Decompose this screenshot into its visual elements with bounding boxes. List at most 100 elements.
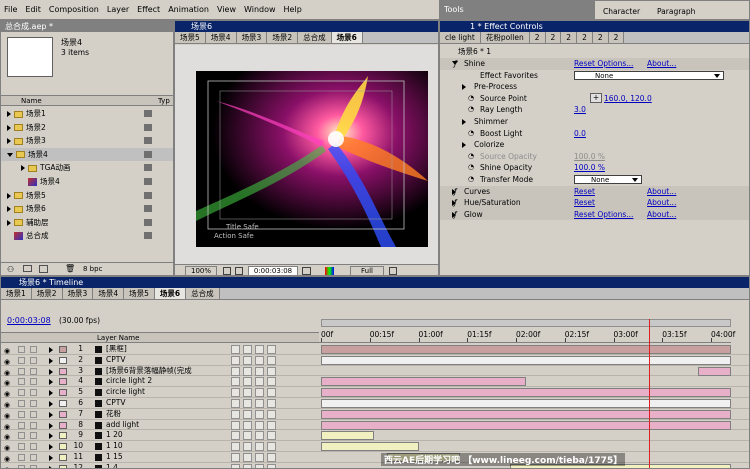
expand-triangle-icon[interactable] <box>7 192 11 199</box>
layer-switch[interactable] <box>231 463 240 468</box>
label-color-swatch[interactable] <box>59 367 67 375</box>
timeline-layer-row[interactable]: ◉ 12 1 4 <box>1 463 749 468</box>
audio-toggle[interactable] <box>18 443 25 451</box>
layer-expand-icon[interactable] <box>49 444 53 451</box>
stopwatch-icon[interactable]: ◔ <box>468 104 474 115</box>
solo-toggle[interactable] <box>30 410 37 418</box>
layer-name[interactable]: 花粉 <box>106 409 121 419</box>
trash-icon[interactable]: 🗑 <box>65 264 75 273</box>
layer-name[interactable]: 1 4 <box>106 463 118 468</box>
layer-switch[interactable] <box>231 366 240 376</box>
menu-item-animation[interactable]: Animation <box>164 0 213 14</box>
resolution-select[interactable]: Full <box>350 266 384 275</box>
effect-value[interactable]: Reset <box>574 197 595 208</box>
layer-switch[interactable] <box>267 442 276 452</box>
layer-expand-icon[interactable] <box>49 411 53 418</box>
effect-dropdown[interactable]: None <box>574 70 724 80</box>
fx-toggle-icon[interactable]: ƒ <box>454 209 457 220</box>
effect-row[interactable]: ƒ Curves Reset About... <box>440 185 749 198</box>
time-ruler[interactable]: 00f 00:15f 01:00f 01:15f 02:00f 02:15f 03:00f 0… <box>319 329 735 343</box>
effect-value[interactable]: 100.0 % <box>574 151 605 162</box>
layer-switch[interactable] <box>255 431 264 441</box>
label-color-swatch[interactable] <box>59 356 67 364</box>
layer-switch[interactable] <box>243 431 252 441</box>
layer-switch[interactable] <box>243 409 252 419</box>
layer-switch[interactable] <box>267 377 276 387</box>
layer-name[interactable]: 1 15 <box>106 452 123 462</box>
project-item[interactable]: 场景3 <box>1 134 173 148</box>
layer-switch[interactable] <box>267 420 276 430</box>
layer-expand-icon[interactable] <box>49 433 53 440</box>
expand-triangle-icon[interactable] <box>7 206 11 213</box>
fx-toggle-icon[interactable]: ƒ <box>454 197 457 208</box>
layer-duration-bar[interactable] <box>321 399 731 408</box>
layer-switch[interactable] <box>255 442 264 452</box>
project-item[interactable]: 场景4 <box>1 147 173 162</box>
solo-toggle[interactable] <box>30 346 37 353</box>
about-link[interactable]: About... <box>647 186 676 197</box>
new-folder-icon[interactable] <box>23 265 32 272</box>
comp-tab[interactable]: 场景4 <box>205 32 237 43</box>
layer-duration-bar[interactable] <box>321 409 731 419</box>
fx-tab[interactable]: 2 <box>545 32 562 43</box>
snapshot-icon[interactable] <box>235 267 243 275</box>
effect-value[interactable]: 0.0 <box>574 128 586 139</box>
about-link[interactable]: About... <box>647 197 676 208</box>
fx-tab[interactable]: 2 <box>561 32 578 43</box>
timeline-tab[interactable]: 场景2 <box>31 288 63 299</box>
layer-switch[interactable] <box>267 388 276 398</box>
layer-switch[interactable] <box>255 377 264 387</box>
layer-name[interactable]: [黑框] <box>106 344 127 354</box>
audio-toggle[interactable] <box>18 389 25 397</box>
layer-switch[interactable] <box>255 355 264 365</box>
layer-switch[interactable] <box>243 420 252 430</box>
fx-tab[interactable]: cle light <box>440 32 481 43</box>
stopwatch-icon[interactable]: ◔ <box>468 93 474 104</box>
solo-toggle[interactable] <box>30 443 37 451</box>
layer-duration-bar[interactable] <box>321 345 731 354</box>
column-name-header[interactable]: Name <box>21 97 42 105</box>
audio-toggle[interactable] <box>18 400 25 407</box>
timeline-tab[interactable]: 场景6 <box>154 288 187 299</box>
stopwatch-icon[interactable]: ◔ <box>468 162 474 173</box>
layer-switch[interactable] <box>231 377 240 387</box>
timeline-layer-row[interactable]: ◉ 10 1 10 <box>1 441 749 452</box>
layer-switch[interactable] <box>267 355 276 365</box>
menu-item-layer[interactable]: Layer <box>103 0 133 14</box>
project-item[interactable]: 辅助层 <box>1 216 173 230</box>
timeline-layer-row[interactable]: ◉ 2 CPTV <box>1 355 749 366</box>
timeline-tab[interactable]: 场景5 <box>124 288 155 299</box>
layer-switch[interactable] <box>255 420 264 430</box>
label-color-swatch[interactable] <box>59 432 67 440</box>
column-type-header[interactable]: Typ <box>158 97 170 105</box>
layer-switch[interactable] <box>243 442 252 452</box>
effect-value[interactable]: 100.0 % <box>574 162 605 173</box>
expand-triangle-icon[interactable] <box>7 124 11 131</box>
expand-triangle-icon[interactable] <box>462 119 466 125</box>
solo-toggle[interactable] <box>30 464 37 468</box>
region-of-interest-icon[interactable] <box>389 267 397 275</box>
expand-triangle-icon[interactable] <box>462 142 466 149</box>
label-color-swatch[interactable] <box>59 346 67 353</box>
timeline-layer-row[interactable]: ◉ 3 [场景6背景落幅静帧(完成 <box>1 366 749 377</box>
project-item[interactable]: TGA动画 <box>1 161 173 175</box>
solo-toggle[interactable] <box>30 356 37 364</box>
comp-tab[interactable]: 场景5 <box>175 32 206 43</box>
layer-name[interactable]: [场景6背景落幅静帧(完成 <box>106 366 192 376</box>
layer-switch[interactable] <box>243 453 252 462</box>
comp-tab[interactable]: 场景3 <box>236 32 268 43</box>
layer-expand-icon[interactable] <box>49 368 53 375</box>
label-color-swatch[interactable] <box>59 410 67 418</box>
menu-item-composition[interactable]: Composition <box>45 0 103 14</box>
layer-name[interactable]: 1 10 <box>106 441 123 451</box>
layer-switch[interactable] <box>243 345 252 354</box>
comp-time-display[interactable]: 0:00:03:08 <box>248 266 298 275</box>
layer-switch[interactable] <box>231 388 240 398</box>
playhead[interactable] <box>649 319 650 468</box>
timeline-layer-row[interactable]: ◉ 6 CPTV <box>1 398 749 409</box>
layer-switch[interactable] <box>255 399 264 408</box>
audio-toggle[interactable] <box>18 464 25 468</box>
solo-toggle[interactable] <box>30 400 37 407</box>
layer-switch[interactable] <box>231 420 240 430</box>
timeline-layer-row[interactable]: ◉ 1 [黑框] <box>1 344 749 355</box>
